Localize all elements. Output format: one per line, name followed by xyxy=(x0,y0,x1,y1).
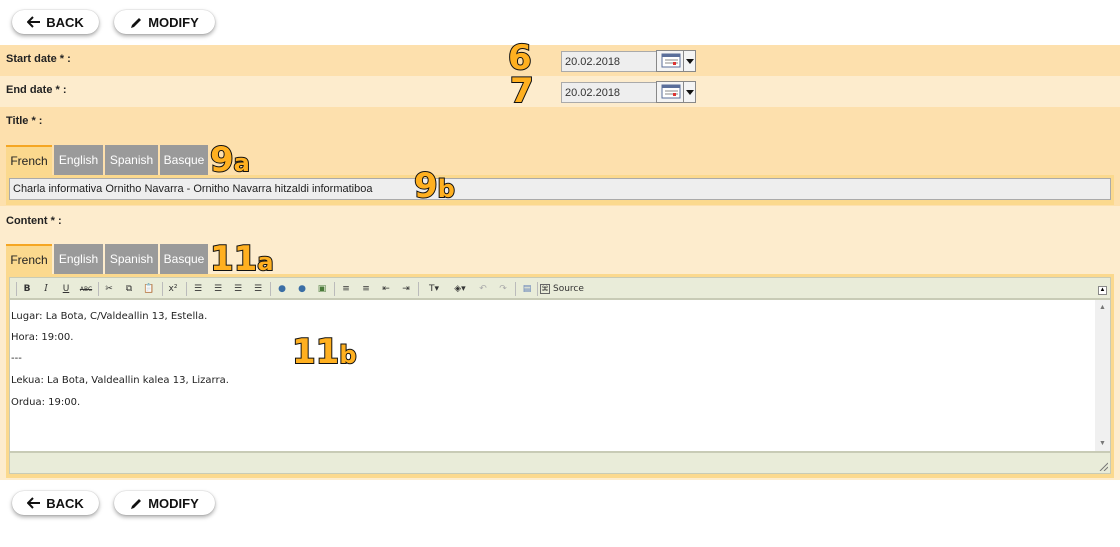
end-date-input[interactable]: 20.02.2018 xyxy=(561,82,657,103)
pencil-icon xyxy=(131,498,142,509)
content-line: Ordua: 19:00. xyxy=(11,397,81,408)
annotation-6: 6 xyxy=(507,38,533,78)
arrow-left-icon xyxy=(27,497,41,509)
back-button[interactable]: BACK xyxy=(12,10,99,34)
cut-icon[interactable]: ✂ xyxy=(102,283,116,295)
content-line: Lugar: La Bota, C/Valdeallin 13, Estella… xyxy=(11,311,208,322)
copy-icon[interactable]: ⧉ xyxy=(122,283,136,295)
bold-icon[interactable]: B xyxy=(20,283,34,295)
title-tab-english[interactable]: English xyxy=(54,145,103,175)
calendar-icon xyxy=(661,84,681,99)
start-date-input[interactable]: 20.02.2018 xyxy=(561,51,657,72)
editor-toolbar: B I U ABC ✂ ⧉ 📋 x² ☰ ☰ ☰ ☰ ● ● ▣ ≡ ≡ ⇤ ⇥… xyxy=(9,277,1111,299)
source-label: Source xyxy=(553,283,584,294)
text-color-icon[interactable]: T▾ xyxy=(424,283,444,295)
start-date-label: Start date * : xyxy=(6,53,71,65)
back-button-bottom[interactable]: BACK xyxy=(12,491,99,515)
unlink-icon[interactable]: ● xyxy=(295,283,309,295)
paste-icon[interactable]: 📋 xyxy=(142,283,156,295)
align-center-icon[interactable]: ☰ xyxy=(211,283,225,295)
calendar-icon xyxy=(661,53,681,68)
annotation-11a: 11a xyxy=(209,239,275,279)
content-tab-english[interactable]: English xyxy=(54,244,103,274)
link-icon[interactable]: ● xyxy=(275,283,289,295)
annotation-11a-suffix: a xyxy=(256,248,274,276)
annotation-9a: 9a xyxy=(209,140,251,180)
content-tab-french[interactable]: French xyxy=(6,244,52,274)
background-color-icon[interactable]: ◈▾ xyxy=(450,283,470,295)
content-section: Content * : French English Spanish Basqu… xyxy=(0,206,1120,480)
modify-label: MODIFY xyxy=(148,14,199,30)
annotation-11b-number: 11 xyxy=(291,332,340,372)
numbered-list-icon[interactable]: ≡ xyxy=(339,283,353,295)
source-button[interactable]: ⌘ Source xyxy=(540,281,584,296)
content-tab-basque[interactable]: Basque xyxy=(160,244,208,274)
resize-handle-icon[interactable] xyxy=(1098,461,1108,471)
end-date-calendar-button[interactable] xyxy=(656,81,696,103)
arrow-left-icon xyxy=(27,16,41,28)
title-field-frame: Charla informativa Ornitho Navarra - Orn… xyxy=(6,175,1114,205)
source-icon: ⌘ xyxy=(540,283,550,294)
align-justify-icon[interactable]: ☰ xyxy=(251,283,265,295)
title-label: Title * : xyxy=(6,115,43,127)
content-tab-spanish[interactable]: Spanish xyxy=(105,244,158,274)
content-editor: B I U ABC ✂ ⧉ 📋 x² ☰ ☰ ☰ ☰ ● ● ▣ ≡ ≡ ⇤ ⇥… xyxy=(6,274,1114,478)
content-line: --- xyxy=(11,353,22,364)
strikethrough-icon[interactable]: ABC xyxy=(79,283,93,295)
underline-icon[interactable]: U xyxy=(59,283,73,295)
maximize-icon[interactable]: ▤ xyxy=(520,283,534,295)
start-date-calendar-button[interactable] xyxy=(656,50,696,72)
annotation-9b: 9b xyxy=(413,166,456,206)
editor-body[interactable]: Lugar: La Bota, C/Valdeallin 13, Estella… xyxy=(9,299,1111,452)
editor-scrollbar[interactable]: ▲ ▼ xyxy=(1095,300,1110,451)
end-date-row: End date * : 7 20.02.2018 xyxy=(0,71,1120,111)
undo-icon[interactable]: ↶ xyxy=(476,283,490,295)
align-right-icon[interactable]: ☰ xyxy=(231,283,245,295)
toolbar-collapse-icon[interactable]: ▲ xyxy=(1098,286,1107,295)
content-line: Hora: 19:00. xyxy=(11,332,74,343)
title-tab-french[interactable]: French xyxy=(6,145,52,175)
annotation-9b-number: 9 xyxy=(413,166,439,206)
italic-icon[interactable]: I xyxy=(39,283,53,295)
end-date-label: End date * : xyxy=(6,84,67,96)
annotation-9b-suffix: b xyxy=(437,175,456,203)
outdent-icon[interactable]: ⇤ xyxy=(379,283,393,295)
back-label: BACK xyxy=(46,495,84,511)
modify-label: MODIFY xyxy=(148,495,199,511)
modify-button-bottom[interactable]: MODIFY xyxy=(114,491,215,515)
caret-down-icon xyxy=(685,89,694,95)
annotation-11b: 11b xyxy=(291,332,358,372)
annotation-11a-number: 11 xyxy=(209,239,258,279)
content-line: Lekua: La Bota, Valdeallin kalea 13, Liz… xyxy=(11,375,229,386)
redo-icon[interactable]: ↷ xyxy=(496,283,510,295)
title-tab-spanish[interactable]: Spanish xyxy=(105,145,158,175)
annotation-9a-number: 9 xyxy=(209,140,235,180)
annotation-11b-suffix: b xyxy=(338,341,357,369)
back-label: BACK xyxy=(46,14,84,30)
bulleted-list-icon[interactable]: ≡ xyxy=(359,283,373,295)
title-tab-basque[interactable]: Basque xyxy=(160,145,208,175)
editor-statusbar xyxy=(9,452,1111,474)
title-input[interactable]: Charla informativa Ornitho Navarra - Orn… xyxy=(9,178,1111,200)
caret-down-icon xyxy=(685,58,694,64)
content-label: Content * : xyxy=(6,215,62,227)
modify-button[interactable]: MODIFY xyxy=(114,10,215,34)
annotation-7: 7 xyxy=(509,71,535,111)
title-section: Title * : French English Spanish Basque … xyxy=(0,107,1120,206)
align-left-icon[interactable]: ☰ xyxy=(191,283,205,295)
annotation-9a-suffix: a xyxy=(233,149,251,177)
image-icon[interactable]: ▣ xyxy=(315,283,329,295)
scroll-up-icon[interactable]: ▲ xyxy=(1099,304,1106,311)
scroll-down-icon[interactable]: ▼ xyxy=(1099,440,1106,447)
indent-icon[interactable]: ⇥ xyxy=(399,283,413,295)
start-date-row: Start date * : 6 20.02.2018 xyxy=(0,40,1120,76)
pencil-icon xyxy=(131,17,142,28)
superscript-icon[interactable]: x² xyxy=(166,283,180,295)
